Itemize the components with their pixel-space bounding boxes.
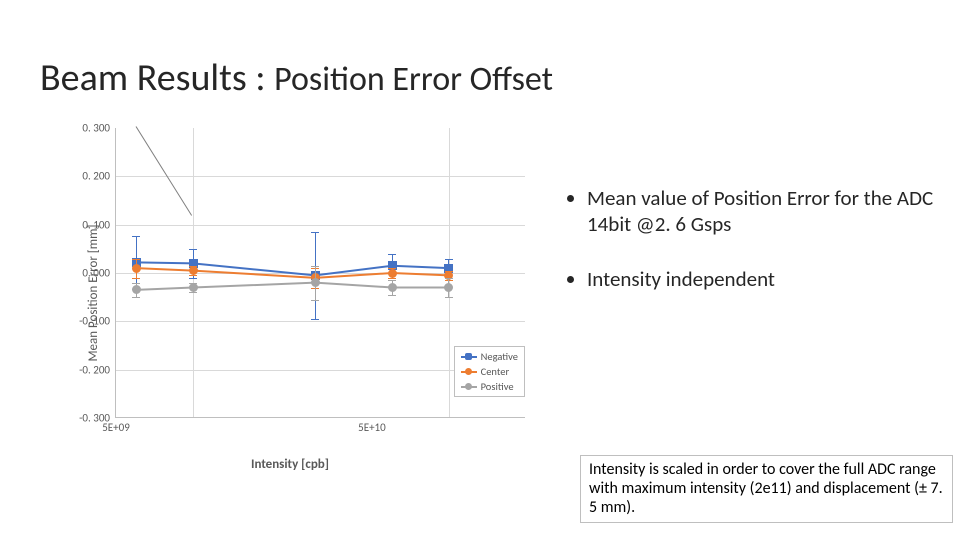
legend-swatch-icon [461,371,477,373]
title-main: Beam Results : [40,55,274,101]
data-point [388,283,397,292]
legend: Negative Center Positive [454,346,525,397]
x-axis-label: Intensity [cpb] [251,457,329,472]
legend-item: Positive [461,379,518,394]
y-tick: -0. 100 [62,315,110,328]
y-tick: 0. 000 [62,267,110,280]
legend-item: Negative [461,349,518,364]
y-tick: 0. 300 [62,122,110,135]
y-tick: 0. 100 [62,218,110,231]
data-point [388,269,397,278]
x-tick: 5E+09 [102,421,130,434]
bullet-item: Intensity independent [587,266,935,292]
note-box: Intensity is scaled in order to cover th… [580,455,953,523]
x-tick: 5E+10 [358,421,386,434]
data-point [189,283,198,292]
data-point [132,264,141,273]
y-tick: 0. 200 [62,170,110,183]
plot-area: 0. 3000. 2000. 1000. 000-0. 100-0. 200-0… [115,128,525,418]
y-tick: -0. 200 [62,363,110,376]
data-point [189,266,198,275]
legend-label: Center [481,365,510,378]
legend-label: Negative [481,350,518,363]
bullet-item: Mean value of Position Error for the ADC… [587,185,935,238]
title-sub: Position Error Offset [274,59,553,100]
legend-swatch-icon [461,356,477,358]
data-point [311,278,320,287]
legend-label: Positive [481,380,514,393]
bullet-list: Mean value of Position Error for the ADC… [565,175,935,320]
page-title: Beam Results : Position Error Offset [40,55,553,101]
legend-item: Center [461,364,518,379]
chart: Mean Position Error [mm] 0. 3000. 2000. … [35,128,545,458]
legend-swatch-icon [461,386,477,388]
y-axis-label: Mean Position Error [mm] [86,224,101,361]
